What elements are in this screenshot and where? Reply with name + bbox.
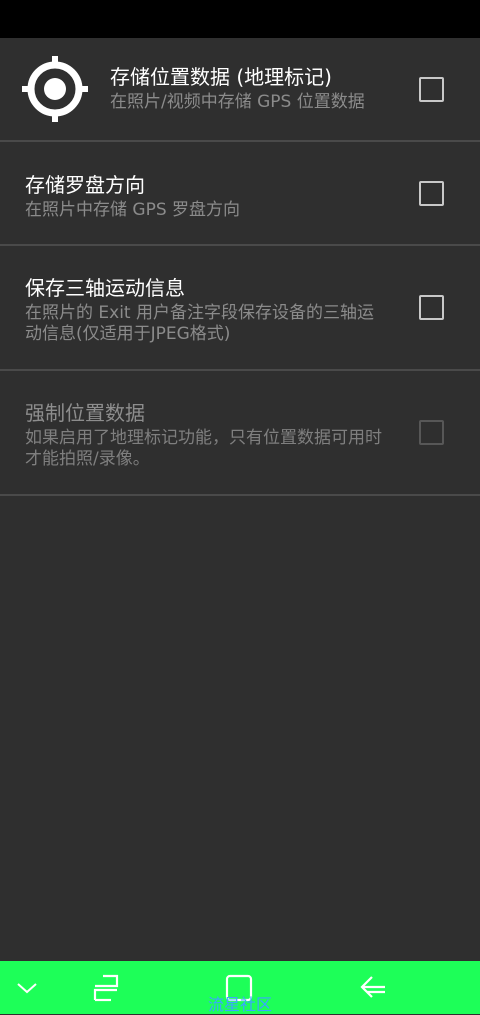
- recents-icon[interactable]: [93, 973, 121, 1003]
- back-icon[interactable]: [359, 975, 387, 1001]
- settings-list: 存储位置数据 (地理标记) 在照片/视频中存储 GPS 位置数据 存储罗盘方向 …: [0, 38, 480, 496]
- require-location-checkbox[interactable]: [419, 420, 444, 445]
- setting-title: 存储位置数据 (地理标记): [110, 65, 332, 89]
- setting-summary: 在照片中存储 GPS 罗盘方向: [25, 200, 241, 220]
- status-bar: [0, 0, 480, 38]
- setting-title: 存储罗盘方向: [25, 173, 145, 197]
- setting-title: 保存三轴运动信息: [25, 276, 185, 300]
- geotagging-checkbox[interactable]: [419, 77, 444, 102]
- setting-summary: 在照片/视频中存储 GPS 位置数据: [110, 92, 365, 112]
- gps-target-icon: [22, 56, 88, 122]
- watermark-text: 流星社区: [208, 995, 273, 1014]
- setting-geotagging[interactable]: 存储位置数据 (地理标记) 在照片/视频中存储 GPS 位置数据: [0, 38, 480, 142]
- setting-title: 强制位置数据: [25, 401, 145, 425]
- three-axis-motion-checkbox[interactable]: [419, 295, 444, 320]
- setting-three-axis-motion[interactable]: 保存三轴运动信息 在照片的 Exit 用户备注字段保存设备的三轴运动信息(仅适用…: [0, 246, 480, 371]
- setting-summary: 在照片的 Exit 用户备注字段保存设备的三轴运动信息(仅适用于JPEG格式): [25, 303, 374, 344]
- setting-require-location[interactable]: 强制位置数据 如果启用了地理标记功能，只有位置数据可用时才能拍照/录像。: [0, 371, 480, 496]
- chevron-down-icon[interactable]: [16, 981, 38, 995]
- compass-direction-checkbox[interactable]: [419, 181, 444, 206]
- setting-compass-direction[interactable]: 存储罗盘方向 在照片中存储 GPS 罗盘方向: [0, 142, 480, 246]
- setting-summary: 如果启用了地理标记功能，只有位置数据可用时才能拍照/录像。: [25, 428, 382, 469]
